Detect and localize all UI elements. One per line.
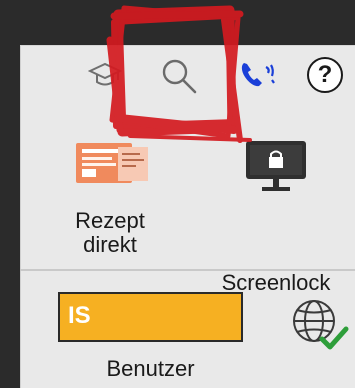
graduation-cap-icon[interactable] <box>88 59 122 89</box>
section-divider <box>20 269 355 271</box>
rezept-label-line1: Rezept <box>75 208 145 233</box>
panel-top-edge <box>20 45 355 46</box>
help-icon[interactable]: ? <box>307 57 343 93</box>
side-panel: ? Rezept direkt Screenlock IS Benutzer <box>20 45 355 388</box>
globe-check-icon[interactable] <box>288 295 350 355</box>
screenlock-button[interactable]: Screenlock <box>198 127 354 295</box>
prescription-icon <box>76 143 148 183</box>
monitor-lock-icon <box>246 141 306 191</box>
help-icon-glyph: ? <box>317 61 333 88</box>
rezept-label-line2: direkt <box>83 232 137 257</box>
rezept-direkt-button[interactable]: Rezept direkt <box>60 127 160 267</box>
phone-icon[interactable] <box>238 59 278 91</box>
search-icon[interactable] <box>160 57 198 95</box>
user-label: Benutzer <box>106 356 195 381</box>
user-badge[interactable]: IS <box>58 292 243 342</box>
user-badge-text: IS <box>68 302 91 329</box>
app-frame: ? Rezept direkt Screenlock IS Benutzer <box>0 0 355 388</box>
